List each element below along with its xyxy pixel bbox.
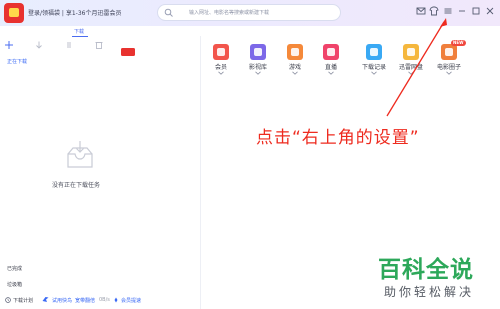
app-tile-icon: [441, 44, 457, 60]
app-item[interactable]: NEW 电影圈子: [431, 40, 467, 82]
clock-icon: [5, 297, 11, 303]
chevron-down-icon[interactable]: [446, 71, 452, 75]
download-plan-button[interactable]: 下载计划: [13, 297, 33, 304]
settings-menu-icon[interactable]: [443, 6, 453, 16]
app-tile-icon: [323, 44, 339, 60]
message-icon[interactable]: [416, 6, 426, 16]
panel-divider: [200, 36, 201, 309]
app-item[interactable]: 会员: [203, 44, 239, 82]
rocket-icon: [114, 297, 118, 303]
tab-download[interactable]: 下载: [74, 28, 84, 35]
maximize-icon[interactable]: [471, 6, 481, 16]
app-item[interactable]: 直播: [313, 44, 349, 82]
watermark-title: 百科全说: [378, 257, 474, 283]
vip-badge-icon: [121, 48, 135, 56]
new-badge: NEW: [451, 40, 466, 46]
bandwidth-double-link[interactable]: 宽带翻倍: [75, 297, 95, 304]
chevron-down-icon[interactable]: [371, 71, 377, 75]
speedup-trial-link[interactable]: 试用快鸟: [52, 297, 72, 304]
search-icon: [164, 8, 173, 17]
minimize-icon[interactable]: [457, 6, 467, 16]
chevron-down-icon[interactable]: [255, 71, 261, 75]
vip-icon[interactable]: VIP: [121, 41, 135, 56]
new-task-icon[interactable]: [4, 40, 14, 50]
status-footer: 下载计划 试用快鸟 宽带翻倍 0B/s 会员提速: [0, 292, 200, 309]
app-item[interactable]: 影视库: [240, 44, 276, 82]
title-bar: 登录/领福袋 | 享1-36个月迅雷会员 输入网址、电影名等搜索或新建下载: [0, 0, 500, 26]
login-promo-link[interactable]: 登录/领福袋 | 享1-36个月迅雷会员: [28, 8, 121, 17]
app-label: 影视库: [248, 64, 267, 71]
app-logo-icon[interactable]: [4, 3, 24, 23]
start-download-icon[interactable]: [34, 40, 44, 50]
search-input[interactable]: 输入网址、电影名等搜索或新建下载: [157, 4, 341, 21]
app-item[interactable]: 游戏: [277, 44, 313, 82]
app-label: 游戏: [288, 64, 301, 71]
bird-icon: [42, 297, 49, 302]
app-label: 迅雷网盘: [398, 64, 423, 71]
trash-item[interactable]: 垃圾箱: [7, 281, 22, 288]
annotation-text: 点击“右上角的设置”: [256, 128, 420, 148]
tab-underline: [72, 36, 88, 37]
app-item[interactable]: 迅雷网盘: [393, 44, 429, 82]
app-label: 下载记录: [361, 64, 386, 71]
app-tile-icon: [287, 44, 303, 60]
delete-icon[interactable]: [94, 40, 104, 50]
completed-item[interactable]: 已完成: [7, 265, 22, 272]
chevron-down-icon[interactable]: [408, 71, 414, 75]
member-speedup-link[interactable]: 会员提速: [121, 297, 141, 304]
pause-icon[interactable]: [64, 40, 74, 50]
app-label: 直播: [324, 64, 337, 71]
chevron-down-icon[interactable]: [328, 71, 334, 75]
downloading-item[interactable]: 正在下载: [7, 58, 27, 65]
empty-state-text: 没有正在下载任务: [52, 182, 101, 189]
app-tile-icon: [250, 44, 266, 60]
search-placeholder: 输入网址、电影名等搜索或新建下载: [189, 10, 270, 16]
app-label: 电影圈子: [436, 64, 461, 71]
app-label: 会员: [214, 64, 227, 71]
app-tile-icon: [366, 44, 382, 60]
app-tile-icon: [213, 44, 229, 60]
watermark-subtitle: 助你轻松解决: [384, 285, 475, 299]
chevron-down-icon[interactable]: [218, 71, 224, 75]
empty-tray-icon: [67, 141, 93, 168]
close-icon[interactable]: [485, 6, 495, 16]
chevron-down-icon[interactable]: [292, 71, 298, 75]
vip-badge-label: VIP: [123, 43, 131, 48]
app-item[interactable]: 下载记录: [356, 44, 392, 82]
skin-icon[interactable]: [429, 6, 439, 16]
app-tile-icon: [403, 44, 419, 60]
speed-value: 0B/s: [99, 297, 110, 303]
